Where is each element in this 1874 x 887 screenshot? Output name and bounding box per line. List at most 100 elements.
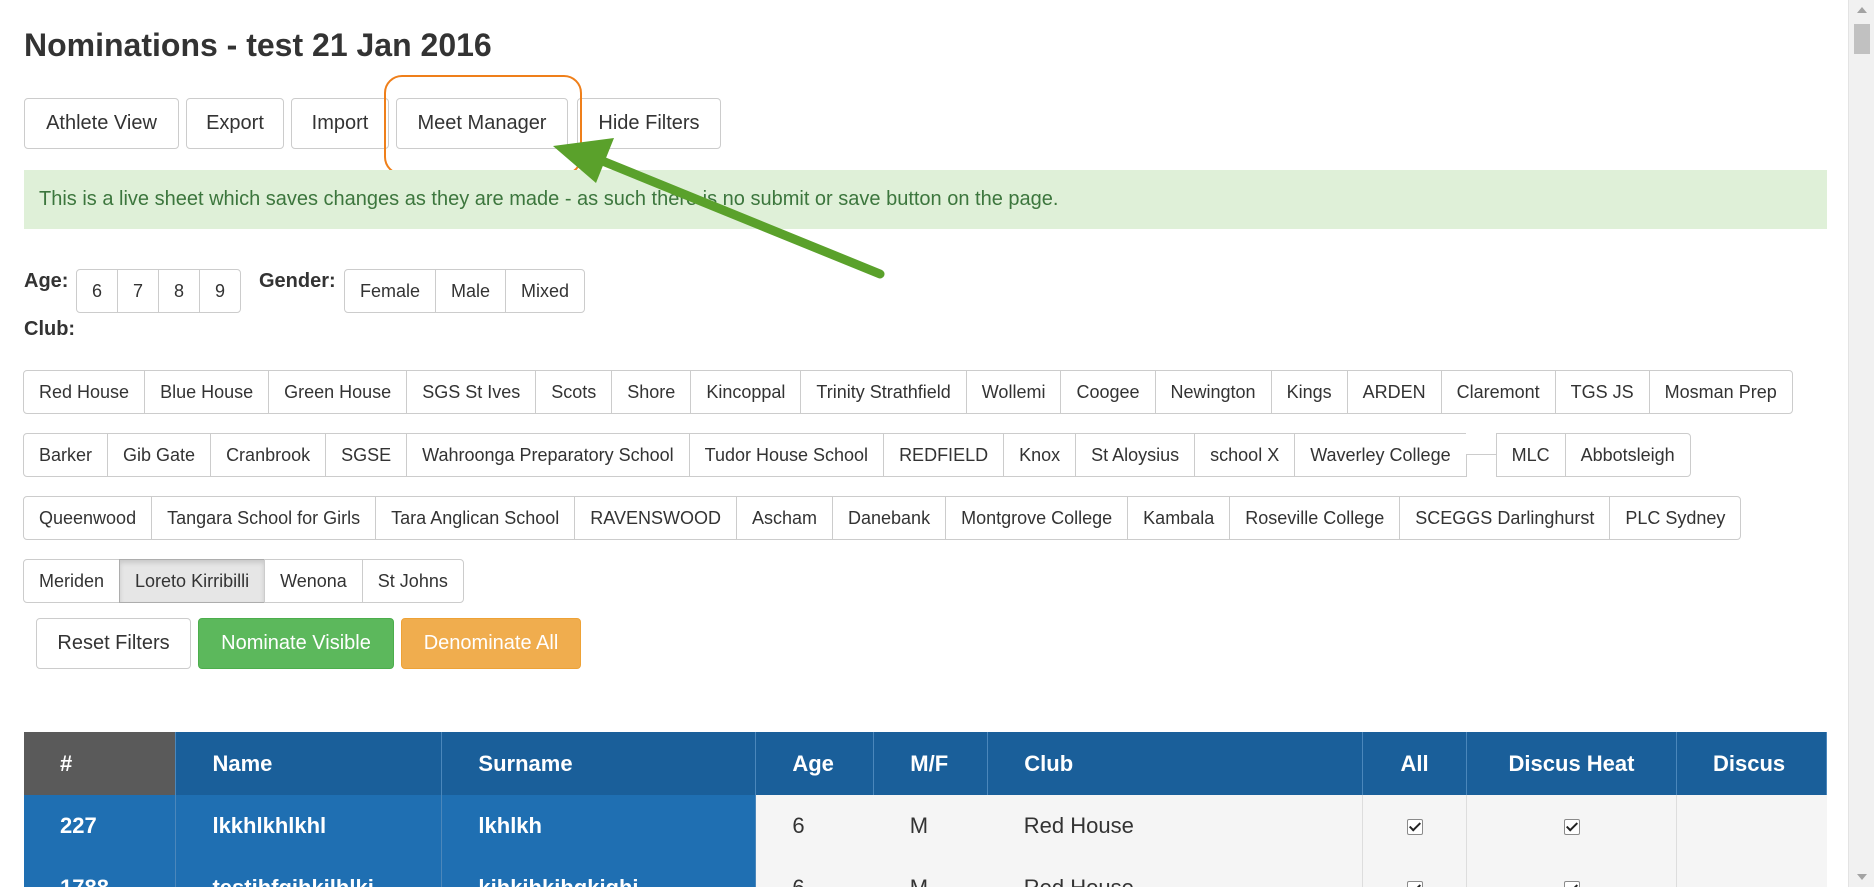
club-filter-kincoppal[interactable]: Kincoppal: [690, 370, 802, 414]
table-row[interactable]: 227 lkkhlkhlkhl lkhlkh 6 M Red House: [24, 795, 1827, 857]
club-filter-sgs-st-ives[interactable]: SGS St Ives: [406, 370, 537, 414]
club-filter-danebank[interactable]: Danebank: [832, 496, 947, 540]
club-filter-shore[interactable]: Shore: [611, 370, 692, 414]
club-filter-wahroonga-preparatory-school[interactable]: Wahroonga Preparatory School: [406, 433, 690, 477]
row-discus-cell: [1676, 795, 1827, 857]
club-filter-sceggs-darlinghurst[interactable]: SCEGGS Darlinghurst: [1399, 496, 1611, 540]
row-number: 1788: [24, 857, 177, 887]
club-filter-tangara-school-for-girls[interactable]: Tangara School for Girls: [151, 496, 377, 540]
club-filter-green-house[interactable]: Green House: [268, 370, 408, 414]
annotation-highlight-box: [384, 75, 582, 175]
age-filter-9[interactable]: 9: [199, 269, 241, 313]
club-filter-sgse[interactable]: SGSE: [325, 433, 408, 477]
page-title: Nominations - test 21 Jan 2016: [24, 27, 492, 63]
club-filter-red-house[interactable]: Red House: [23, 370, 146, 414]
club-filter-row: Barker Gib Gate Cranbrook SGSE Wahroonga Pre…: [23, 433, 1691, 477]
club-filter-waverley-college[interactable]: Waverley College: [1294, 433, 1467, 477]
age-label: Age:: [24, 270, 69, 292]
row-gender: M: [873, 857, 988, 887]
gender-filter-male[interactable]: Male: [435, 269, 507, 313]
col-header-club[interactable]: Club: [987, 732, 1364, 795]
athlete-view-button[interactable]: Athlete View: [24, 98, 179, 149]
live-sheet-alert: This is a live sheet which saves changes…: [24, 170, 1827, 229]
club-filter-trinity-strathfield[interactable]: Trinity Strathfield: [800, 370, 967, 414]
club-filter-tgs-js[interactable]: TGS JS: [1554, 370, 1650, 414]
row-name: testjhfgjhkjlhlkj: [175, 857, 443, 887]
club-filter-coogee[interactable]: Coogee: [1060, 370, 1156, 414]
club-filter-redfield[interactable]: REDFIELD: [883, 433, 1005, 477]
club-filter-ascham[interactable]: Ascham: [735, 496, 833, 540]
row-number: 227: [24, 795, 177, 857]
age-filter-group: 6789: [76, 269, 241, 313]
col-header-discus-heat[interactable]: Discus Heat: [1466, 732, 1677, 795]
club-filter-row: Meriden Loreto Kirribilli Wenona St Johns: [23, 559, 464, 603]
club-filter-barker[interactable]: Barker: [23, 433, 109, 477]
col-header-number[interactable]: #: [24, 732, 177, 795]
reset-filters-button[interactable]: Reset Filters: [36, 618, 191, 669]
export-button[interactable]: Export: [186, 98, 284, 149]
club-filter-plc-sydney[interactable]: PLC Sydney: [1609, 496, 1742, 540]
row-discus-cell: [1676, 857, 1827, 887]
club-filter-tara-anglican-school[interactable]: Tara Anglican School: [375, 496, 576, 540]
row-club: Red House: [987, 795, 1363, 857]
col-header-name[interactable]: Name: [175, 732, 443, 795]
col-header-all[interactable]: All: [1362, 732, 1468, 795]
col-header-gender[interactable]: M/F: [873, 732, 989, 795]
table-row[interactable]: 1788testjhfgjhkjlhlkjkjhkjhkjhgkjghj6MRe…: [24, 857, 1827, 887]
row-surname: lkhlkh: [441, 795, 757, 857]
club-filter-wenona[interactable]: Wenona: [264, 559, 363, 603]
gender-filter-female[interactable]: Female: [344, 269, 437, 313]
import-button[interactable]: Import: [291, 98, 389, 149]
col-header-surname[interactable]: Surname: [441, 732, 757, 795]
row-discus-heat-checkbox[interactable]: [1563, 819, 1580, 836]
scroll-down-icon[interactable]: [1857, 874, 1867, 880]
club-filter-tudor-house-school[interactable]: Tudor House School: [688, 433, 885, 477]
club-filter-kings[interactable]: Kings: [1270, 370, 1348, 414]
gender-label: Gender:: [259, 270, 336, 292]
scroll-up-icon[interactable]: [1857, 7, 1867, 13]
col-header-discus[interactable]: Discus: [1676, 732, 1827, 795]
club-filter-queenwood[interactable]: Queenwood: [23, 496, 153, 540]
club-filter-st-johns[interactable]: St Johns: [361, 559, 464, 603]
club-filter-mosman-prep[interactable]: Mosman Prep: [1648, 370, 1793, 414]
club-filter-blue-house[interactable]: Blue House: [144, 370, 270, 414]
club-filter-loreto-kirribilli[interactable]: Loreto Kirribilli: [119, 559, 266, 603]
club-filter-mlc[interactable]: MLC: [1495, 433, 1566, 477]
row-all-cell: [1362, 795, 1468, 857]
club-filter-newington[interactable]: Newington: [1154, 370, 1272, 414]
gender-filter-mixed[interactable]: Mixed: [505, 269, 586, 313]
row-all-checkbox[interactable]: [1406, 881, 1423, 887]
row-surname: kjhkjhkjhgkjghj: [441, 857, 757, 887]
col-header-age[interactable]: Age: [755, 732, 875, 795]
club-filter-montgrove-college[interactable]: Montgrove College: [945, 496, 1129, 540]
club-filter-st-aloysius[interactable]: St Aloysius: [1075, 433, 1196, 477]
club-filter-wollemi[interactable]: Wollemi: [965, 370, 1062, 414]
club-filter-row: Queenwood Tangara School for Girls Tara An…: [23, 496, 1742, 540]
club-filter-roseville-college[interactable]: Roseville College: [1229, 496, 1401, 540]
hide-filters-button[interactable]: Hide Filters: [577, 98, 721, 149]
row-all-checkbox[interactable]: [1406, 819, 1423, 836]
club-filter-meriden[interactable]: Meriden: [23, 559, 121, 603]
denominate-all-button[interactable]: Denominate All: [401, 618, 581, 669]
age-filter-6[interactable]: 6: [76, 269, 118, 313]
nominations-table-wrapper: # Name Surname Age M/F Club All Discus H…: [24, 732, 1827, 887]
club-filter-claremont[interactable]: Claremont: [1440, 370, 1556, 414]
club-filter-ravenswood[interactable]: RAVENSWOOD: [574, 496, 737, 540]
club-filter-arden[interactable]: ARDEN: [1346, 370, 1442, 414]
age-filter-8[interactable]: 8: [158, 269, 200, 313]
club-filter-knox[interactable]: Knox: [1003, 433, 1077, 477]
nominate-visible-button[interactable]: Nominate Visible: [198, 618, 394, 669]
club-filter-empty[interactable]: [1465, 433, 1497, 455]
page-scrollbar[interactable]: [1848, 0, 1874, 887]
club-filter-abbotsleigh[interactable]: Abbotsleigh: [1564, 433, 1691, 477]
row-age: 6: [755, 795, 874, 857]
page: Nominations - test 21 Jan 2016 Athlete V…: [0, 0, 1848, 887]
club-filter-gib-gate[interactable]: Gib Gate: [107, 433, 212, 477]
scrollbar-thumb[interactable]: [1854, 24, 1870, 54]
row-discus-heat-checkbox[interactable]: [1563, 881, 1580, 887]
club-filter-kambala[interactable]: Kambala: [1127, 496, 1231, 540]
club-filter-scots[interactable]: Scots: [535, 370, 613, 414]
age-filter-7[interactable]: 7: [117, 269, 159, 313]
club-filter-cranbrook[interactable]: Cranbrook: [210, 433, 327, 477]
club-filter-school-x[interactable]: school X: [1194, 433, 1296, 477]
